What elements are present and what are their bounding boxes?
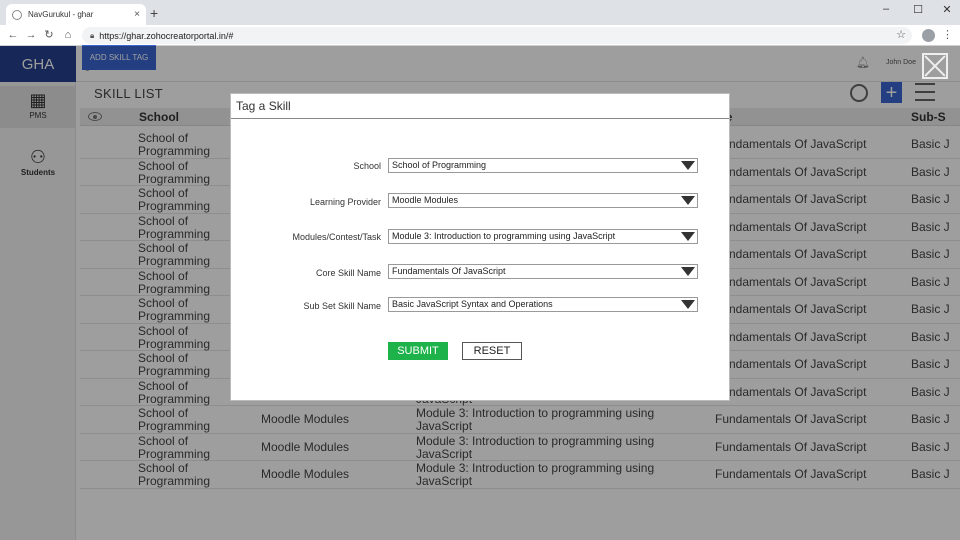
back-icon[interactable]: ← (6, 28, 20, 42)
forward-icon[interactable]: → (24, 28, 38, 42)
sub-skill-select[interactable]: Basic JavaScript Syntax and Operations (388, 297, 698, 312)
browser-menu-icon[interactable]: ⋮ (942, 28, 953, 41)
dropdown-arrow-icon (681, 267, 695, 276)
learning-provider-select[interactable]: Moodle Modules (388, 193, 698, 208)
sub-skill-value: Basic JavaScript Syntax and Operations (392, 299, 553, 309)
tab-title: NavGurukul - ghar (28, 10, 94, 19)
home-icon[interactable]: ⌂ (61, 28, 75, 42)
profile-avatar-icon[interactable] (922, 29, 935, 42)
dropdown-arrow-icon (681, 196, 695, 205)
reload-icon[interactable]: ↻ (42, 28, 56, 42)
dropdown-arrow-icon (681, 232, 695, 241)
dialog-divider (231, 118, 729, 119)
address-bar[interactable]: 🔒︎ https://ghar.zohocreatorportal.in/# ☆ (82, 27, 912, 44)
submit-button[interactable]: SUBMIT (388, 342, 448, 360)
module-value: Module 3: Introduction to programming us… (392, 231, 616, 241)
sub-skill-label: Sub Set Skill Name (303, 301, 381, 311)
school-label: School (353, 161, 381, 171)
tag-skill-dialog: Tag a Skill School School of Programming… (230, 93, 730, 401)
bookmark-star-icon[interactable]: ☆ (896, 28, 906, 41)
school-select[interactable]: School of Programming (388, 158, 698, 173)
core-skill-select[interactable]: Fundamentals Of JavaScript (388, 264, 698, 279)
close-modal-icon[interactable] (922, 53, 948, 79)
maximize-icon[interactable]: ☐ (908, 3, 928, 16)
reset-button[interactable]: RESET (462, 342, 522, 360)
close-tab-icon[interactable]: × (134, 9, 140, 20)
learning-provider-value: Moodle Modules (392, 195, 459, 205)
module-select[interactable]: Module 3: Introduction to programming us… (388, 229, 698, 244)
school-select-value: School of Programming (392, 160, 487, 170)
lock-icon: 🔒︎ (90, 30, 95, 40)
browser-tab-bar: NavGurukul - ghar × + – ☐ ✕ (0, 0, 960, 25)
new-tab-icon[interactable]: + (150, 6, 158, 20)
browser-toolbar: ← → ↻ ⌂ 🔒︎ https://ghar.zohocreatorporta… (0, 25, 960, 46)
dropdown-arrow-icon (681, 300, 695, 309)
learning-provider-label: Learning Provider (309, 197, 381, 207)
site-favicon-icon (12, 9, 22, 20)
module-label: Modules/Contest/Task (292, 232, 381, 242)
window-close-icon[interactable]: ✕ (937, 3, 957, 16)
minimize-icon[interactable]: – (876, 3, 896, 15)
core-skill-value: Fundamentals Of JavaScript (392, 266, 506, 276)
dropdown-arrow-icon (681, 161, 695, 170)
dialog-title: Tag a Skill (236, 99, 291, 113)
core-skill-label: Core Skill Name (315, 268, 381, 278)
browser-tab[interactable]: NavGurukul - ghar × (6, 4, 146, 25)
url-text: https://ghar.zohocreatorportal.in/# (99, 30, 234, 41)
